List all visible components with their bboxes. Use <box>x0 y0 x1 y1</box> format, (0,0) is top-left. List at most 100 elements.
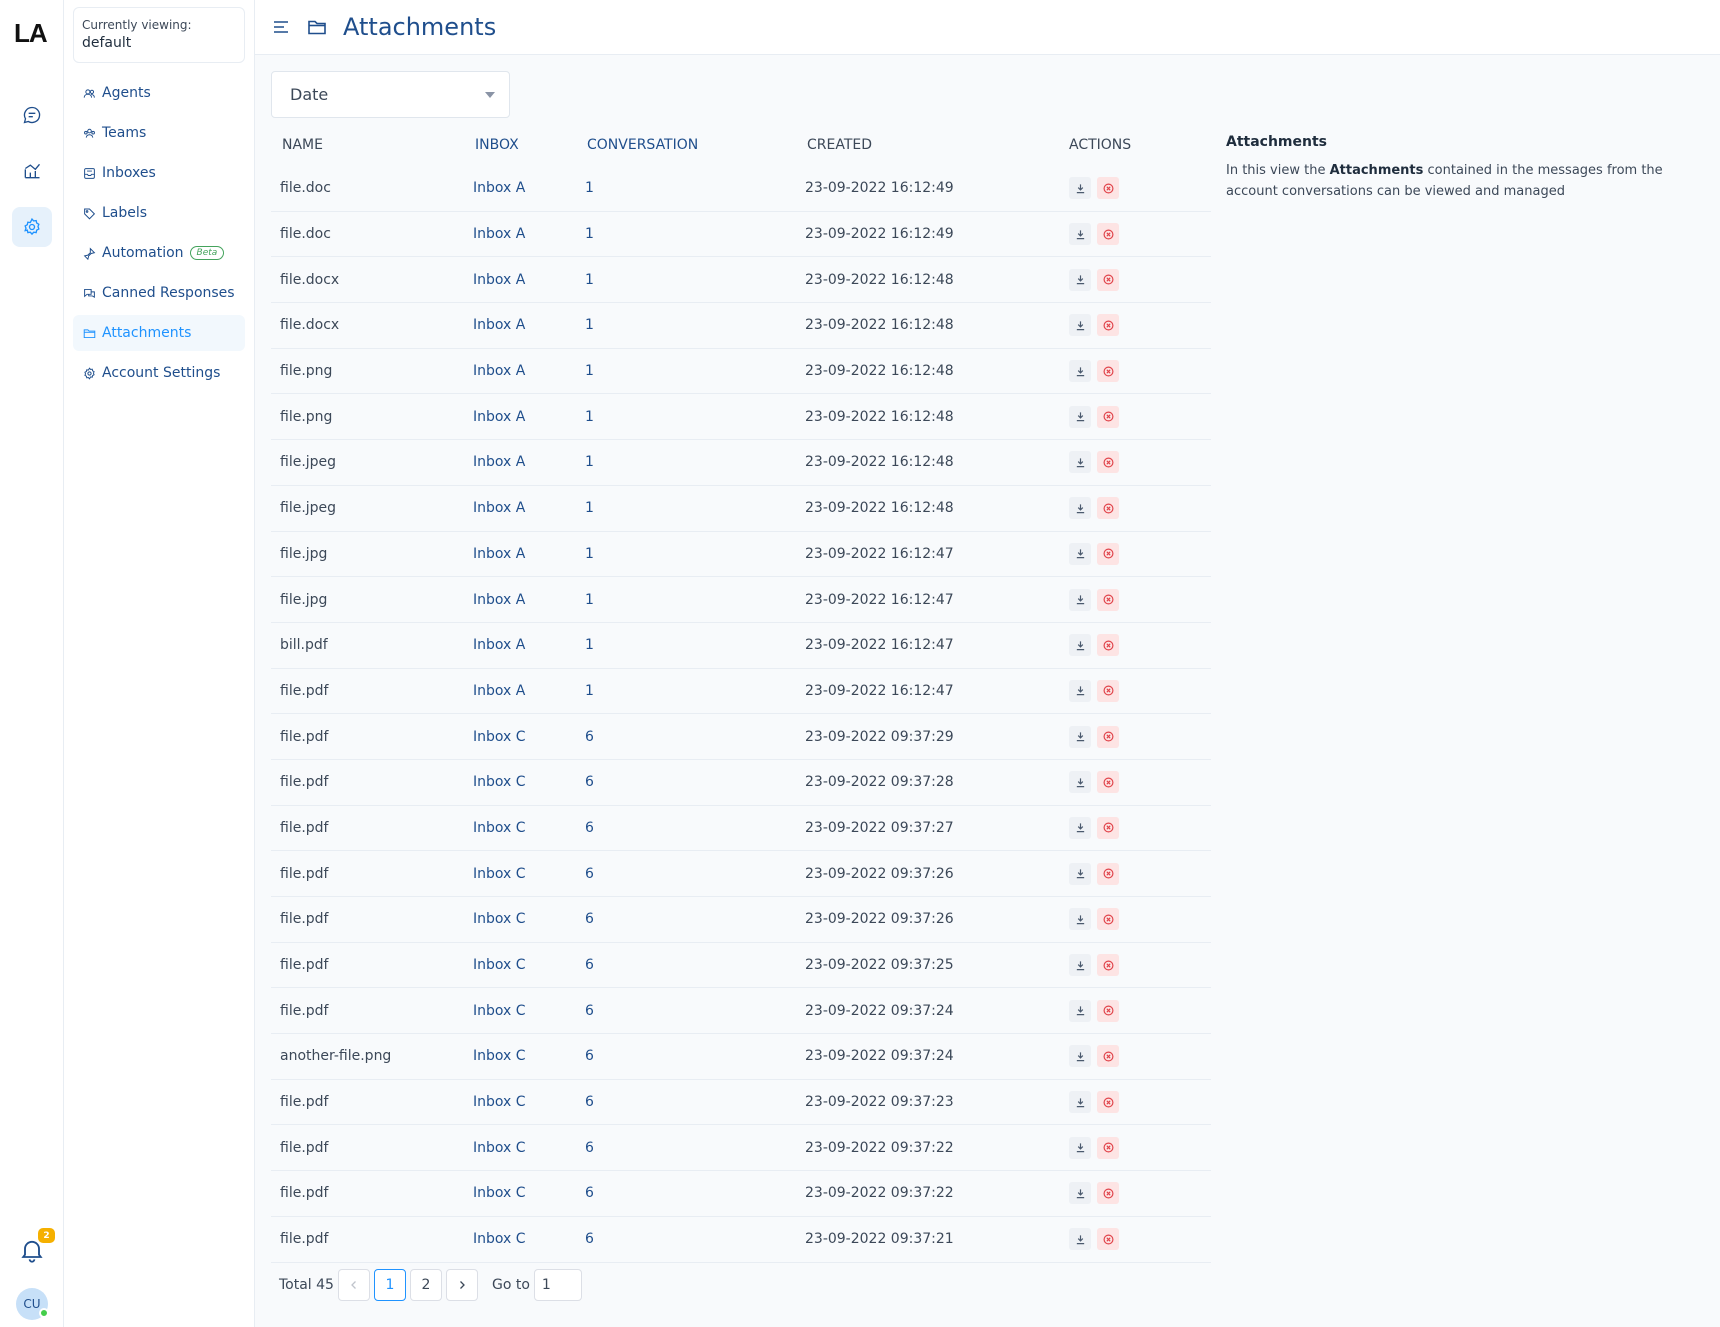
conversation-link[interactable]: 1 <box>585 546 805 562</box>
conversation-link[interactable]: 6 <box>585 1231 805 1247</box>
conversation-link[interactable]: 6 <box>585 729 805 745</box>
download-button[interactable] <box>1069 679 1091 702</box>
delete-button[interactable] <box>1097 588 1119 611</box>
download-button[interactable] <box>1069 1136 1091 1159</box>
settings-nav-button[interactable] <box>12 207 52 247</box>
download-button[interactable] <box>1069 177 1091 200</box>
conversation-link[interactable]: 1 <box>585 226 805 242</box>
delete-button[interactable] <box>1097 999 1119 1022</box>
conversation-link[interactable]: 1 <box>585 683 805 699</box>
inbox-link[interactable]: Inbox A <box>473 500 585 516</box>
delete-button[interactable] <box>1097 1228 1119 1251</box>
download-button[interactable] <box>1069 268 1091 291</box>
delete-button[interactable] <box>1097 268 1119 291</box>
conversation-link[interactable]: 6 <box>585 1140 805 1156</box>
inbox-link[interactable]: Inbox C <box>473 729 585 745</box>
download-button[interactable] <box>1069 954 1091 977</box>
reports-nav-button[interactable] <box>12 151 52 191</box>
download-button[interactable] <box>1069 451 1091 474</box>
conversation-link[interactable]: 6 <box>585 1048 805 1064</box>
inbox-link[interactable]: Inbox C <box>473 1094 585 1110</box>
inbox-link[interactable]: Inbox C <box>473 774 585 790</box>
inbox-link[interactable]: Inbox A <box>473 637 585 653</box>
inbox-link[interactable]: Inbox A <box>473 454 585 470</box>
conversation-link[interactable]: 6 <box>585 1003 805 1019</box>
sidebar-item-agents[interactable]: Agents <box>73 75 245 111</box>
conversation-link[interactable]: 1 <box>585 454 805 470</box>
conversation-link[interactable]: 1 <box>585 500 805 516</box>
hamburger-menu-icon[interactable] <box>271 17 291 37</box>
inbox-link[interactable]: Inbox A <box>473 317 585 333</box>
download-button[interactable] <box>1069 862 1091 885</box>
page-button-1[interactable]: 1 <box>373 1269 406 1301</box>
next-page-button[interactable] <box>445 1269 478 1301</box>
sidebar-item-labels[interactable]: Labels <box>73 195 245 231</box>
inbox-link[interactable]: Inbox C <box>473 1231 585 1247</box>
conversation-link[interactable]: 1 <box>585 272 805 288</box>
inbox-link[interactable]: Inbox A <box>473 180 585 196</box>
download-button[interactable] <box>1069 634 1091 657</box>
sidebar-item-teams[interactable]: Teams <box>73 115 245 151</box>
download-button[interactable] <box>1069 497 1091 520</box>
download-button[interactable] <box>1069 1045 1091 1068</box>
sidebar-item-account-settings[interactable]: Account Settings <box>73 355 245 391</box>
download-button[interactable] <box>1069 771 1091 794</box>
delete-button[interactable] <box>1097 1091 1119 1114</box>
download-button[interactable] <box>1069 1182 1091 1205</box>
delete-button[interactable] <box>1097 725 1119 748</box>
conversation-link[interactable]: 6 <box>585 866 805 882</box>
inbox-link[interactable]: Inbox C <box>473 957 585 973</box>
inbox-link[interactable]: Inbox A <box>473 409 585 425</box>
delete-button[interactable] <box>1097 360 1119 383</box>
download-button[interactable] <box>1069 542 1091 565</box>
download-button[interactable] <box>1069 314 1091 337</box>
delete-button[interactable] <box>1097 862 1119 885</box>
conversation-link[interactable]: 6 <box>585 820 805 836</box>
inbox-link[interactable]: Inbox C <box>473 820 585 836</box>
download-button[interactable] <box>1069 816 1091 839</box>
sidebar-item-canned-responses[interactable]: Canned Responses <box>73 275 245 311</box>
delete-button[interactable] <box>1097 1045 1119 1068</box>
app-logo[interactable]: LA <box>14 18 48 49</box>
delete-button[interactable] <box>1097 405 1119 428</box>
conversation-link[interactable]: 6 <box>585 1094 805 1110</box>
inbox-link[interactable]: Inbox C <box>473 1048 585 1064</box>
inbox-link[interactable]: Inbox C <box>473 866 585 882</box>
delete-button[interactable] <box>1097 679 1119 702</box>
conversations-nav-button[interactable] <box>12 95 52 135</box>
sidebar-item-attachments[interactable]: Attachments <box>73 315 245 351</box>
delete-button[interactable] <box>1097 497 1119 520</box>
delete-button[interactable] <box>1097 314 1119 337</box>
conversation-link[interactable]: 6 <box>585 911 805 927</box>
conversation-link[interactable]: 6 <box>585 774 805 790</box>
inbox-link[interactable]: Inbox A <box>473 226 585 242</box>
delete-button[interactable] <box>1097 177 1119 200</box>
goto-page-input[interactable] <box>533 1269 582 1301</box>
delete-button[interactable] <box>1097 634 1119 657</box>
delete-button[interactable] <box>1097 223 1119 246</box>
prev-page-button[interactable] <box>337 1269 370 1301</box>
delete-button[interactable] <box>1097 542 1119 565</box>
delete-button[interactable] <box>1097 908 1119 931</box>
inbox-link[interactable]: Inbox A <box>473 592 585 608</box>
inbox-link[interactable]: Inbox A <box>473 683 585 699</box>
download-button[interactable] <box>1069 588 1091 611</box>
inbox-link[interactable]: Inbox C <box>473 911 585 927</box>
inbox-link[interactable]: Inbox C <box>473 1140 585 1156</box>
delete-button[interactable] <box>1097 1136 1119 1159</box>
page-button-2[interactable]: 2 <box>409 1269 442 1301</box>
download-button[interactable] <box>1069 360 1091 383</box>
conversation-link[interactable]: 6 <box>585 1185 805 1201</box>
sort-select[interactable]: Date <box>271 71 510 118</box>
sidebar-item-inboxes[interactable]: Inboxes <box>73 155 245 191</box>
download-button[interactable] <box>1069 1091 1091 1114</box>
conversation-link[interactable]: 1 <box>585 363 805 379</box>
delete-button[interactable] <box>1097 954 1119 977</box>
delete-button[interactable] <box>1097 451 1119 474</box>
inbox-link[interactable]: Inbox A <box>473 546 585 562</box>
conversation-link[interactable]: 1 <box>585 409 805 425</box>
inbox-link[interactable]: Inbox A <box>473 272 585 288</box>
inbox-link[interactable]: Inbox C <box>473 1003 585 1019</box>
inbox-link[interactable]: Inbox A <box>473 363 585 379</box>
download-button[interactable] <box>1069 405 1091 428</box>
